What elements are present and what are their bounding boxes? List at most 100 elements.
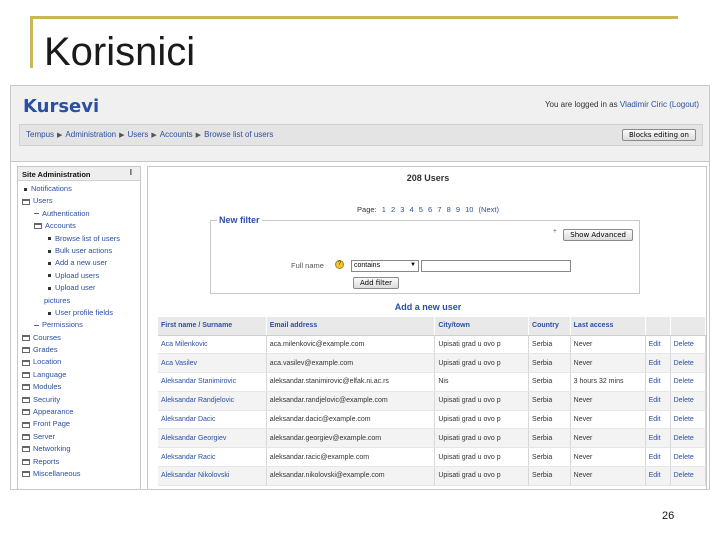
sidebar-item-reports[interactable]: Reports bbox=[20, 456, 138, 468]
sidebar-item-label[interactable]: Appearance bbox=[33, 406, 73, 418]
sidebar-item-authentication[interactable]: Authentication bbox=[20, 208, 138, 220]
page-link[interactable]: 6 bbox=[428, 205, 432, 214]
delete-link[interactable]: Delete bbox=[674, 454, 694, 461]
site-name[interactable]: Kursevi bbox=[23, 96, 99, 117]
sidebar-item-label[interactable]: Bulk user actions bbox=[55, 245, 112, 257]
sidebar-item-label[interactable]: Security bbox=[33, 394, 60, 406]
page-link[interactable]: 7 bbox=[437, 205, 441, 214]
user-link[interactable]: Vladimir Ciric bbox=[620, 100, 667, 109]
cell-edit[interactable]: Edit bbox=[645, 410, 671, 430]
sidebar-item-location[interactable]: Location bbox=[20, 356, 138, 368]
delete-link[interactable]: Delete bbox=[674, 378, 694, 385]
help-icon[interactable]: ? bbox=[335, 260, 344, 269]
cell-edit[interactable]: Edit bbox=[645, 391, 671, 411]
delete-link[interactable]: Delete bbox=[674, 472, 694, 479]
sidebar-item-label[interactable]: Add a new user bbox=[55, 257, 107, 269]
sidebar-item-front-page[interactable]: Front Page bbox=[20, 418, 138, 430]
page-link[interactable]: 4 bbox=[410, 205, 414, 214]
page-link[interactable]: 3 bbox=[400, 205, 404, 214]
sidebar-item-notifications[interactable]: Notifications bbox=[20, 183, 138, 195]
sidebar-item-label[interactable]: Upload users bbox=[55, 270, 99, 282]
edit-link[interactable]: Edit bbox=[649, 378, 661, 385]
cell-name[interactable]: Aca Milenkovic bbox=[158, 335, 267, 355]
cell-delete[interactable]: Delete bbox=[670, 428, 707, 449]
sidebar-item-appearance[interactable]: Appearance bbox=[20, 406, 138, 418]
cell-name[interactable]: Aleksandar Stanimirovic bbox=[158, 372, 267, 392]
edit-link[interactable]: Edit bbox=[649, 454, 661, 461]
cell-delete[interactable]: Delete bbox=[670, 335, 707, 355]
col-last-access[interactable]: Last access bbox=[570, 317, 646, 336]
page-link[interactable]: 1 bbox=[382, 205, 386, 214]
sidebar-item-label[interactable]: Permissions bbox=[42, 319, 83, 331]
sidebar-item-label[interactable]: Front Page bbox=[33, 418, 70, 430]
cell-delete[interactable]: Delete bbox=[670, 410, 707, 430]
user-link[interactable]: Aca Milenkovic bbox=[161, 341, 208, 348]
edit-link[interactable]: Edit bbox=[649, 341, 661, 348]
cell-name[interactable]: Aleksandar Racic bbox=[158, 447, 267, 468]
show-advanced-button[interactable]: Show Advanced bbox=[563, 229, 633, 241]
col-city[interactable]: City/town bbox=[434, 317, 530, 336]
sidebar-item-label[interactable]: Users bbox=[33, 195, 53, 207]
sidebar-item-label[interactable]: Location bbox=[33, 356, 61, 368]
sidebar-item-users[interactable]: Users bbox=[20, 195, 138, 207]
cell-delete[interactable]: Delete bbox=[670, 391, 707, 411]
sidebar-item-profile-fields[interactable]: User profile fields bbox=[20, 307, 138, 319]
sidebar-item-accounts[interactable]: Accounts bbox=[20, 220, 138, 232]
cell-edit[interactable]: Edit bbox=[645, 353, 671, 374]
edit-link[interactable]: Edit bbox=[649, 472, 661, 479]
edit-link[interactable]: Edit bbox=[649, 360, 661, 367]
sidebar-item-label[interactable]: Miscellaneous bbox=[33, 468, 81, 480]
sidebar-item-label[interactable]: Networking bbox=[33, 443, 71, 455]
sidebar-item-label[interactable]: Browse list of users bbox=[55, 233, 120, 245]
edit-link[interactable]: Edit bbox=[649, 397, 661, 404]
next-page-link[interactable]: (Next) bbox=[479, 205, 499, 214]
sidebar-item-label[interactable]: pictures bbox=[44, 295, 70, 307]
user-link[interactable]: Aleksandar Stanimirovic bbox=[161, 378, 236, 385]
logout-link[interactable]: (Logout) bbox=[669, 100, 699, 109]
sidebar-item-bulk-actions[interactable]: Bulk user actions bbox=[20, 245, 138, 257]
col-country[interactable]: Country bbox=[528, 317, 571, 336]
sidebar-item-upload-users[interactable]: Upload users bbox=[20, 270, 138, 282]
page-link[interactable]: 5 bbox=[419, 205, 423, 214]
blocks-editing-button[interactable]: Blocks editing on bbox=[621, 129, 696, 141]
sidebar-item-browse-users[interactable]: Browse list of users bbox=[20, 233, 138, 245]
cell-edit[interactable]: Edit bbox=[645, 335, 671, 355]
user-link[interactable]: Aleksandar Racic bbox=[161, 454, 215, 461]
sidebar-item-label[interactable]: Accounts bbox=[45, 220, 76, 232]
sidebar-item-language[interactable]: Language bbox=[20, 369, 138, 381]
crumb-browse-users[interactable]: Browse list of users bbox=[204, 130, 273, 139]
sidebar-item-upload-pictures[interactable]: Upload user bbox=[20, 282, 138, 294]
sidebar-item-label[interactable]: Notifications bbox=[31, 183, 72, 195]
crumb-tempus[interactable]: Tempus bbox=[26, 130, 54, 139]
fullname-input[interactable] bbox=[421, 260, 571, 272]
cell-delete[interactable]: Delete bbox=[670, 353, 707, 374]
col-email[interactable]: Email address bbox=[266, 317, 436, 336]
sidebar-item-label[interactable]: Courses bbox=[33, 332, 61, 344]
cell-edit[interactable]: Edit bbox=[645, 428, 671, 449]
sidebar-item-miscellaneous[interactable]: Miscellaneous bbox=[20, 468, 138, 480]
delete-link[interactable]: Delete bbox=[674, 416, 694, 423]
sidebar-item-upload-pictures-cont[interactable]: pictures bbox=[20, 295, 138, 307]
cell-edit[interactable]: Edit bbox=[645, 466, 671, 486]
sidebar-item-label[interactable]: Grades bbox=[33, 344, 58, 356]
delete-link[interactable]: Delete bbox=[674, 435, 694, 442]
cell-name[interactable]: Aleksandar Nikolovski bbox=[158, 466, 267, 486]
sidebar-item-security[interactable]: Security bbox=[20, 394, 138, 406]
operator-select[interactable]: contains ▼ bbox=[351, 260, 419, 272]
delete-link[interactable]: Delete bbox=[674, 397, 694, 404]
sidebar-item-permissions[interactable]: Permissions bbox=[20, 319, 138, 331]
crumb-accounts[interactable]: Accounts bbox=[160, 130, 193, 139]
cell-edit[interactable]: Edit bbox=[645, 447, 671, 468]
user-link[interactable]: Aleksandar Georgiev bbox=[161, 435, 226, 442]
sidebar-item-modules[interactable]: Modules bbox=[20, 381, 138, 393]
user-link[interactable]: Aca Vasilev bbox=[161, 360, 197, 367]
sidebar-item-networking[interactable]: Networking bbox=[20, 443, 138, 455]
page-link[interactable]: 2 bbox=[391, 205, 395, 214]
sidebar-item-label[interactable]: Server bbox=[33, 431, 55, 443]
user-link[interactable]: Aleksandar Randjelovic bbox=[161, 397, 234, 404]
sidebar-item-label[interactable]: Authentication bbox=[42, 208, 90, 220]
edit-link[interactable]: Edit bbox=[649, 435, 661, 442]
sidebar-item-label[interactable]: Upload user bbox=[55, 282, 95, 294]
cell-name[interactable]: Aleksandar Randjelovic bbox=[158, 391, 267, 411]
sidebar-collapse-icon[interactable]: I bbox=[130, 168, 132, 177]
